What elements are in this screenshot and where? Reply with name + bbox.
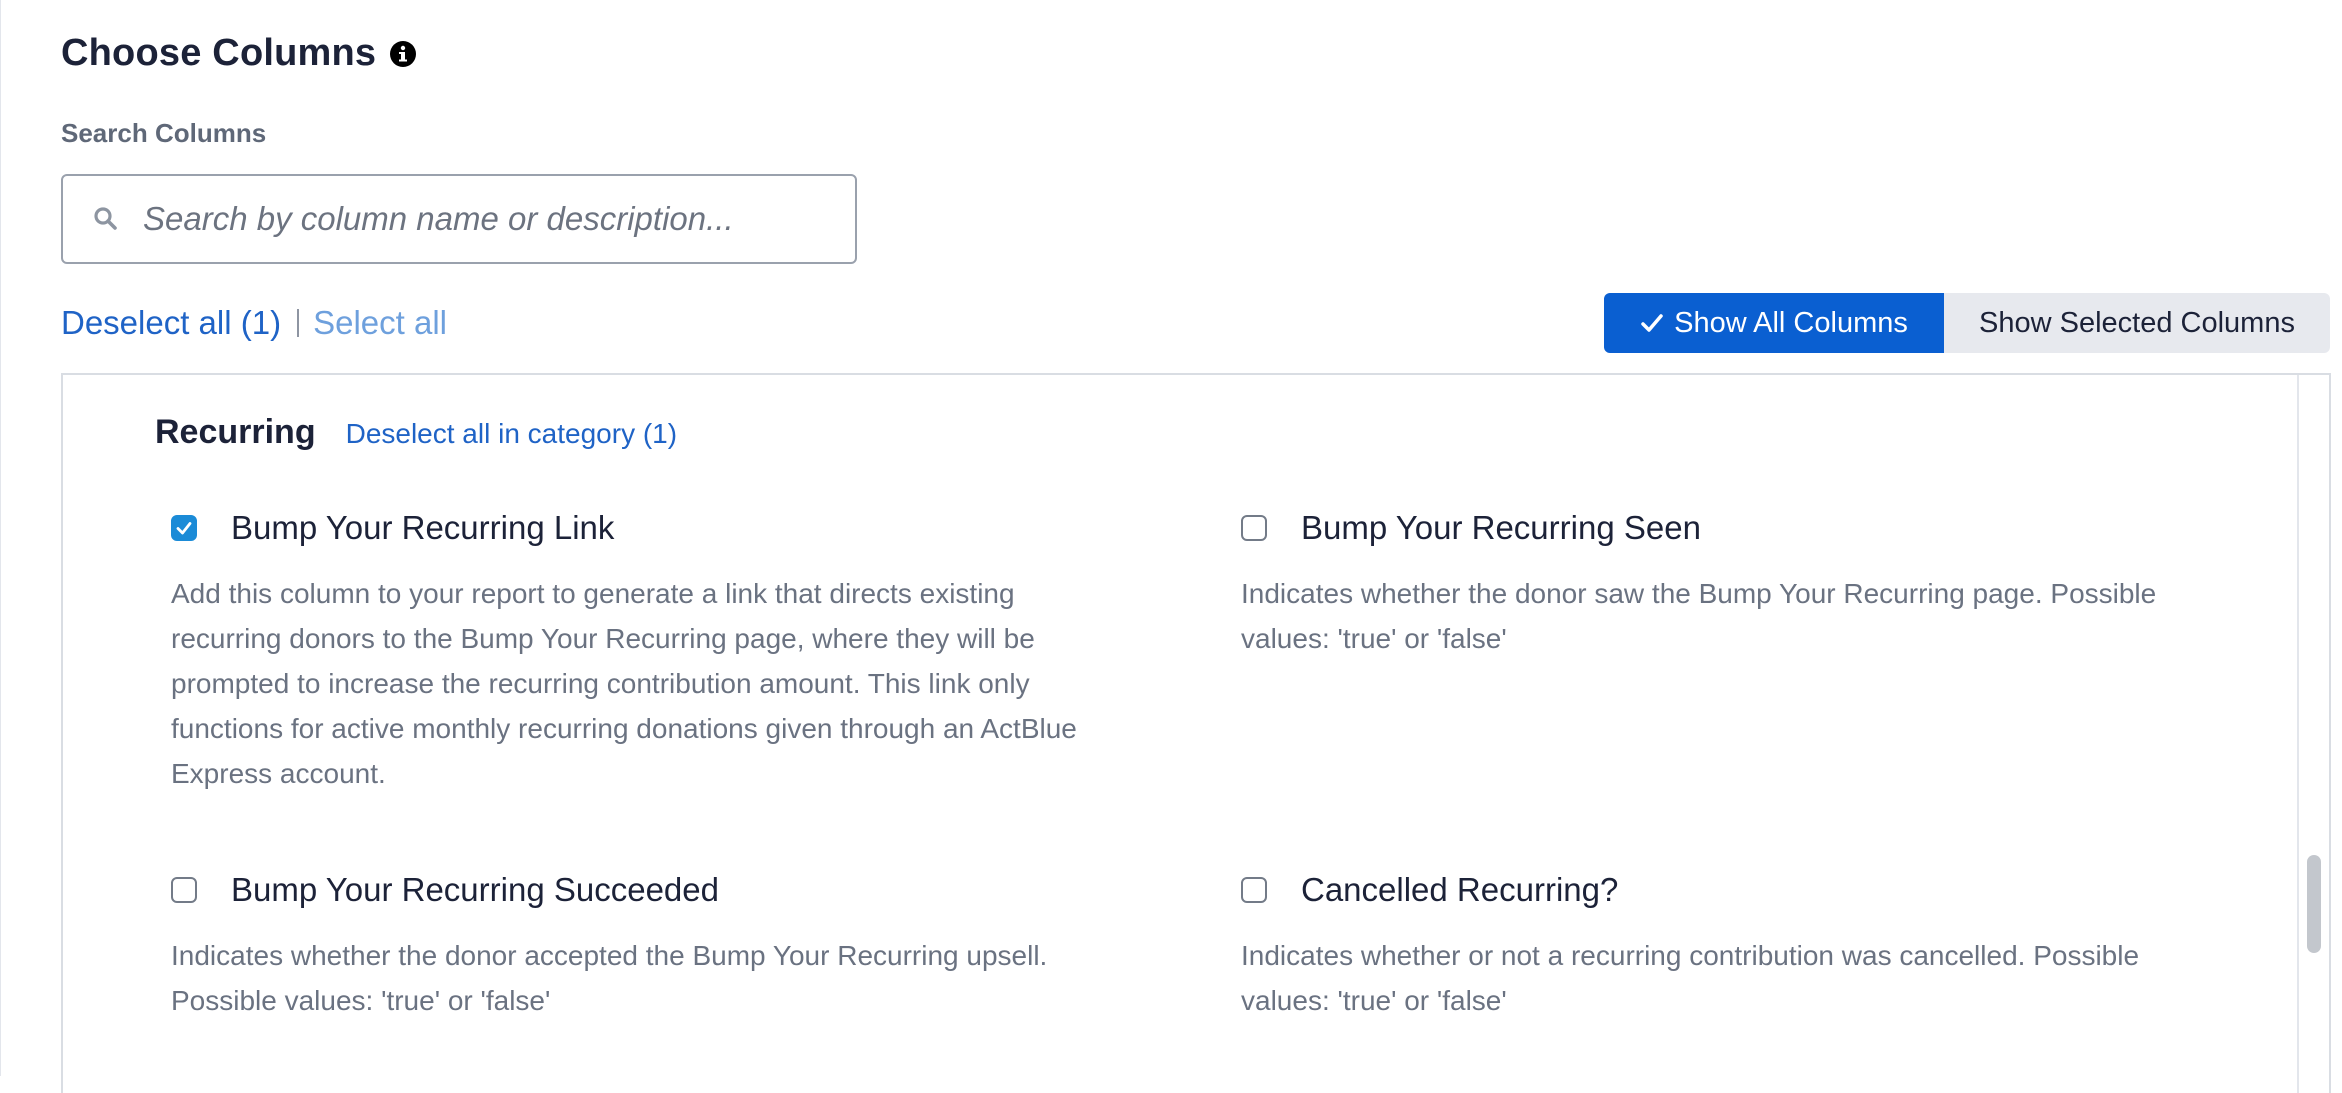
column-item-header[interactable]: Bump Your Recurring Succeeded xyxy=(171,871,1151,909)
column-item-header[interactable]: Cancelled Recurring? xyxy=(1241,871,2221,909)
column-name: Cancelled Recurring? xyxy=(1301,871,1619,908)
search-input[interactable] xyxy=(143,200,823,238)
column-name: Bump Your Recurring Seen xyxy=(1301,509,1701,546)
column-description: Indicates whether the donor accepted the… xyxy=(171,940,1048,1016)
info-circle-icon[interactable] xyxy=(388,39,418,69)
select-all-link[interactable]: Select all xyxy=(313,304,447,342)
show-all-columns-label: Show All Columns xyxy=(1674,306,1908,339)
column-item: Cancelled Recurring? Indicates whether o… xyxy=(1241,871,2221,1023)
deselect-category-link[interactable]: Deselect all in category (1) xyxy=(346,418,677,450)
columns-panel: Recurring Deselect all in category (1) B… xyxy=(61,373,2331,1093)
check-icon xyxy=(1641,314,1663,332)
column-checkbox[interactable] xyxy=(1241,877,1267,903)
search-box[interactable] xyxy=(61,174,857,264)
column-checkbox[interactable] xyxy=(171,877,197,903)
column-item: Bump Your Recurring Link Add this column… xyxy=(171,509,1151,796)
category-header: Recurring Deselect all in category (1) xyxy=(155,413,677,452)
column-name: Bump Your Recurring Link xyxy=(231,509,615,546)
show-selected-columns-button[interactable]: Show Selected Columns xyxy=(1944,293,2330,353)
show-all-columns-button[interactable]: Show All Columns xyxy=(1604,293,1944,353)
column-name: Bump Your Recurring Succeeded xyxy=(231,871,719,908)
link-divider xyxy=(297,309,300,337)
column-item: Bump Your Recurring Seen Indicates wheth… xyxy=(1241,509,2221,661)
search-icon xyxy=(94,207,117,230)
show-selected-columns-label: Show Selected Columns xyxy=(1979,306,2295,339)
title-row: Choose Columns xyxy=(61,32,418,75)
page-title: Choose Columns xyxy=(61,32,377,74)
column-checkbox[interactable] xyxy=(1241,515,1267,541)
column-description: Add this column to your report to genera… xyxy=(171,578,1077,789)
column-item-header[interactable]: Bump Your Recurring Seen xyxy=(1241,509,2221,547)
column-item: Bump Your Recurring Succeeded Indicates … xyxy=(171,871,1151,1023)
panel-scrollbar[interactable] xyxy=(2297,375,2329,1093)
selection-links: Deselect all (1) Select all xyxy=(61,304,447,342)
search-label: Search Columns xyxy=(61,118,267,148)
column-item-header[interactable]: Bump Your Recurring Link xyxy=(171,509,1151,547)
column-description: Indicates whether the donor saw the Bump… xyxy=(1241,578,2157,654)
check-icon xyxy=(176,522,192,535)
deselect-all-link[interactable]: Deselect all (1) xyxy=(61,304,281,342)
panel-scrollbar-thumb[interactable] xyxy=(2307,855,2321,953)
choose-columns-page: Choose Columns Search Columns Deselect a… xyxy=(0,0,2342,1093)
category-title: Recurring xyxy=(155,413,316,451)
column-description: Indicates whether or not a recurring con… xyxy=(1241,940,2140,1016)
column-checkbox[interactable] xyxy=(171,515,197,541)
